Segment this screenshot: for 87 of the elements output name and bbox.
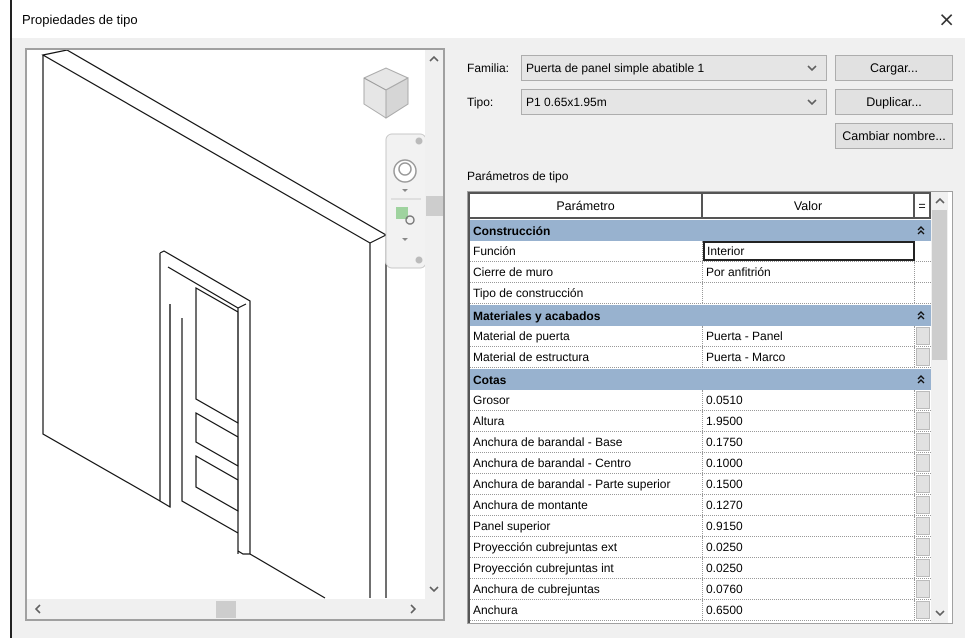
value-cell[interactable]: 0.0250 bbox=[703, 537, 915, 557]
group-header[interactable]: Construcción bbox=[470, 220, 931, 241]
collapse-icon[interactable] bbox=[917, 375, 925, 384]
family-dropdown[interactable]: Puerta de panel simple abatible 1 bbox=[521, 55, 827, 81]
parameter-cell: Panel superior bbox=[470, 516, 703, 536]
parameter-cell: Grosor bbox=[470, 390, 703, 410]
scrollbar-thumb[interactable] bbox=[426, 196, 442, 216]
table-row[interactable]: Función Interior bbox=[470, 241, 931, 262]
table-row[interactable]: Material de estructura Puerta - Marco bbox=[470, 347, 931, 368]
scrollbar-thumb[interactable] bbox=[216, 600, 236, 618]
parameter-cell: Proyección cubrejuntas ext bbox=[470, 537, 703, 557]
table-scrollbar[interactable] bbox=[931, 192, 948, 623]
table-row[interactable]: Anchura de barandal - Centro 0.1000 bbox=[470, 453, 931, 474]
horizontal-scrollbar[interactable] bbox=[27, 599, 425, 619]
value-cell[interactable]: 0.0250 bbox=[703, 558, 915, 578]
column-header[interactable]: Valor bbox=[703, 194, 915, 217]
value-cell[interactable]: 0.1270 bbox=[703, 495, 915, 515]
type-label: Tipo: bbox=[467, 95, 494, 109]
vertical-scrollbar[interactable] bbox=[425, 50, 443, 599]
navigation-bar[interactable] bbox=[385, 133, 425, 269]
browse-button[interactable] bbox=[916, 348, 930, 366]
table-row[interactable]: Panel superior 0.9150 bbox=[470, 516, 931, 537]
parameter-cell: Anchura de montante bbox=[470, 495, 703, 515]
section-label: Parámetros de tipo bbox=[467, 169, 570, 183]
value-cell[interactable]: 1.9500 bbox=[703, 411, 915, 431]
rename-button[interactable]: Cambiar nombre... bbox=[835, 123, 953, 149]
parameter-cell: Tipo de construcción bbox=[470, 283, 703, 303]
browse-button[interactable] bbox=[916, 412, 930, 430]
group-title: Cotas bbox=[473, 372, 506, 386]
value-cell[interactable]: Interior bbox=[703, 241, 915, 261]
value-cell[interactable]: 0.1750 bbox=[703, 432, 915, 452]
table-row[interactable]: Anchura de barandal - Base 0.1750 bbox=[470, 432, 931, 453]
value-cell[interactable]: 0.6500 bbox=[703, 600, 915, 620]
parameter-cell: Cierre de muro bbox=[470, 262, 703, 282]
browse-button[interactable] bbox=[916, 327, 930, 345]
value-cell[interactable]: 0.0760 bbox=[703, 579, 915, 599]
column-header[interactable]: Parámetro bbox=[470, 194, 703, 217]
browse-button[interactable] bbox=[916, 391, 930, 409]
parameter-cell: Proyección cubrejuntas int bbox=[470, 558, 703, 578]
browse-button[interactable] bbox=[916, 559, 930, 577]
table-row[interactable]: Anchura de barandal - Parte superior 0.1500 bbox=[470, 474, 931, 495]
group-header[interactable]: Cotas bbox=[470, 369, 931, 390]
browse-button[interactable] bbox=[916, 496, 930, 514]
scrollbar-thumb[interactable] bbox=[932, 210, 947, 360]
table-row[interactable]: Altura 1.9500 bbox=[470, 411, 931, 432]
group-header[interactable]: Materiales y acabados bbox=[470, 305, 931, 326]
value-cell[interactable]: 0.1500 bbox=[703, 474, 915, 494]
parameter-cell: Anchura de barandal - Parte superior bbox=[470, 474, 703, 494]
table-row[interactable]: Tipo de construcción bbox=[470, 283, 931, 304]
value-cell[interactable]: 0.0510 bbox=[703, 390, 915, 410]
parameter-cell: Altura bbox=[470, 411, 703, 431]
value-cell[interactable]: Puerta - Marco bbox=[703, 347, 915, 367]
collapse-icon[interactable] bbox=[917, 226, 925, 235]
browse-button[interactable] bbox=[916, 475, 930, 493]
load-button[interactable]: Cargar... bbox=[835, 55, 953, 81]
type-dropdown[interactable]: P1 0.65x1.95m bbox=[521, 89, 827, 115]
browse-button[interactable] bbox=[916, 454, 930, 472]
parameter-cell: Anchura de barandal - Base bbox=[470, 432, 703, 452]
parameter-cell: Anchura bbox=[470, 600, 703, 620]
family-label: Familia: bbox=[467, 61, 510, 75]
table-row[interactable]: Cierre de muro Por anfitrión bbox=[470, 262, 931, 283]
table-row[interactable]: Anchura de cubrejuntas 0.0760 bbox=[470, 579, 931, 600]
close-button[interactable]: × bbox=[936, 7, 957, 31]
table-row[interactable]: Grosor 0.0510 bbox=[470, 390, 931, 411]
browse-button[interactable] bbox=[916, 580, 930, 598]
table-row[interactable]: Material de puerta Puerta - Panel bbox=[470, 326, 931, 347]
table-row[interactable]: Anchura 0.6500 bbox=[470, 600, 931, 621]
value-cell[interactable]: Por anfitrión bbox=[703, 262, 915, 282]
browse-button[interactable] bbox=[916, 538, 930, 556]
value-cell[interactable]: 0.9150 bbox=[703, 516, 915, 536]
parameter-cell: Anchura de cubrejuntas bbox=[470, 579, 703, 599]
window-title: Propiedades de tipo bbox=[22, 12, 138, 26]
group-title: Construcción bbox=[473, 224, 550, 238]
browse-button[interactable] bbox=[916, 517, 930, 535]
group-title: Materiales y acabados bbox=[473, 308, 600, 322]
collapse-icon[interactable] bbox=[917, 311, 925, 320]
parameter-cell: Anchura de barandal - Centro bbox=[470, 453, 703, 473]
table-row[interactable]: Proyección cubrejuntas ext 0.0250 bbox=[470, 537, 931, 558]
duplicate-button[interactable]: Duplicar... bbox=[835, 89, 953, 115]
table-row[interactable]: Anchura de montante 0.1270 bbox=[470, 495, 931, 516]
value-cell[interactable]: Puerta - Panel bbox=[703, 326, 915, 346]
parameter-cell: Función bbox=[470, 241, 703, 261]
parameter-cell: Material de puerta bbox=[470, 326, 703, 346]
parameter-cell: Material de estructura bbox=[470, 347, 703, 367]
browse-button[interactable] bbox=[916, 433, 930, 451]
table-row[interactable]: Proyección cubrejuntas int 0.0250 bbox=[470, 558, 931, 579]
value-cell[interactable]: 0.1000 bbox=[703, 453, 915, 473]
